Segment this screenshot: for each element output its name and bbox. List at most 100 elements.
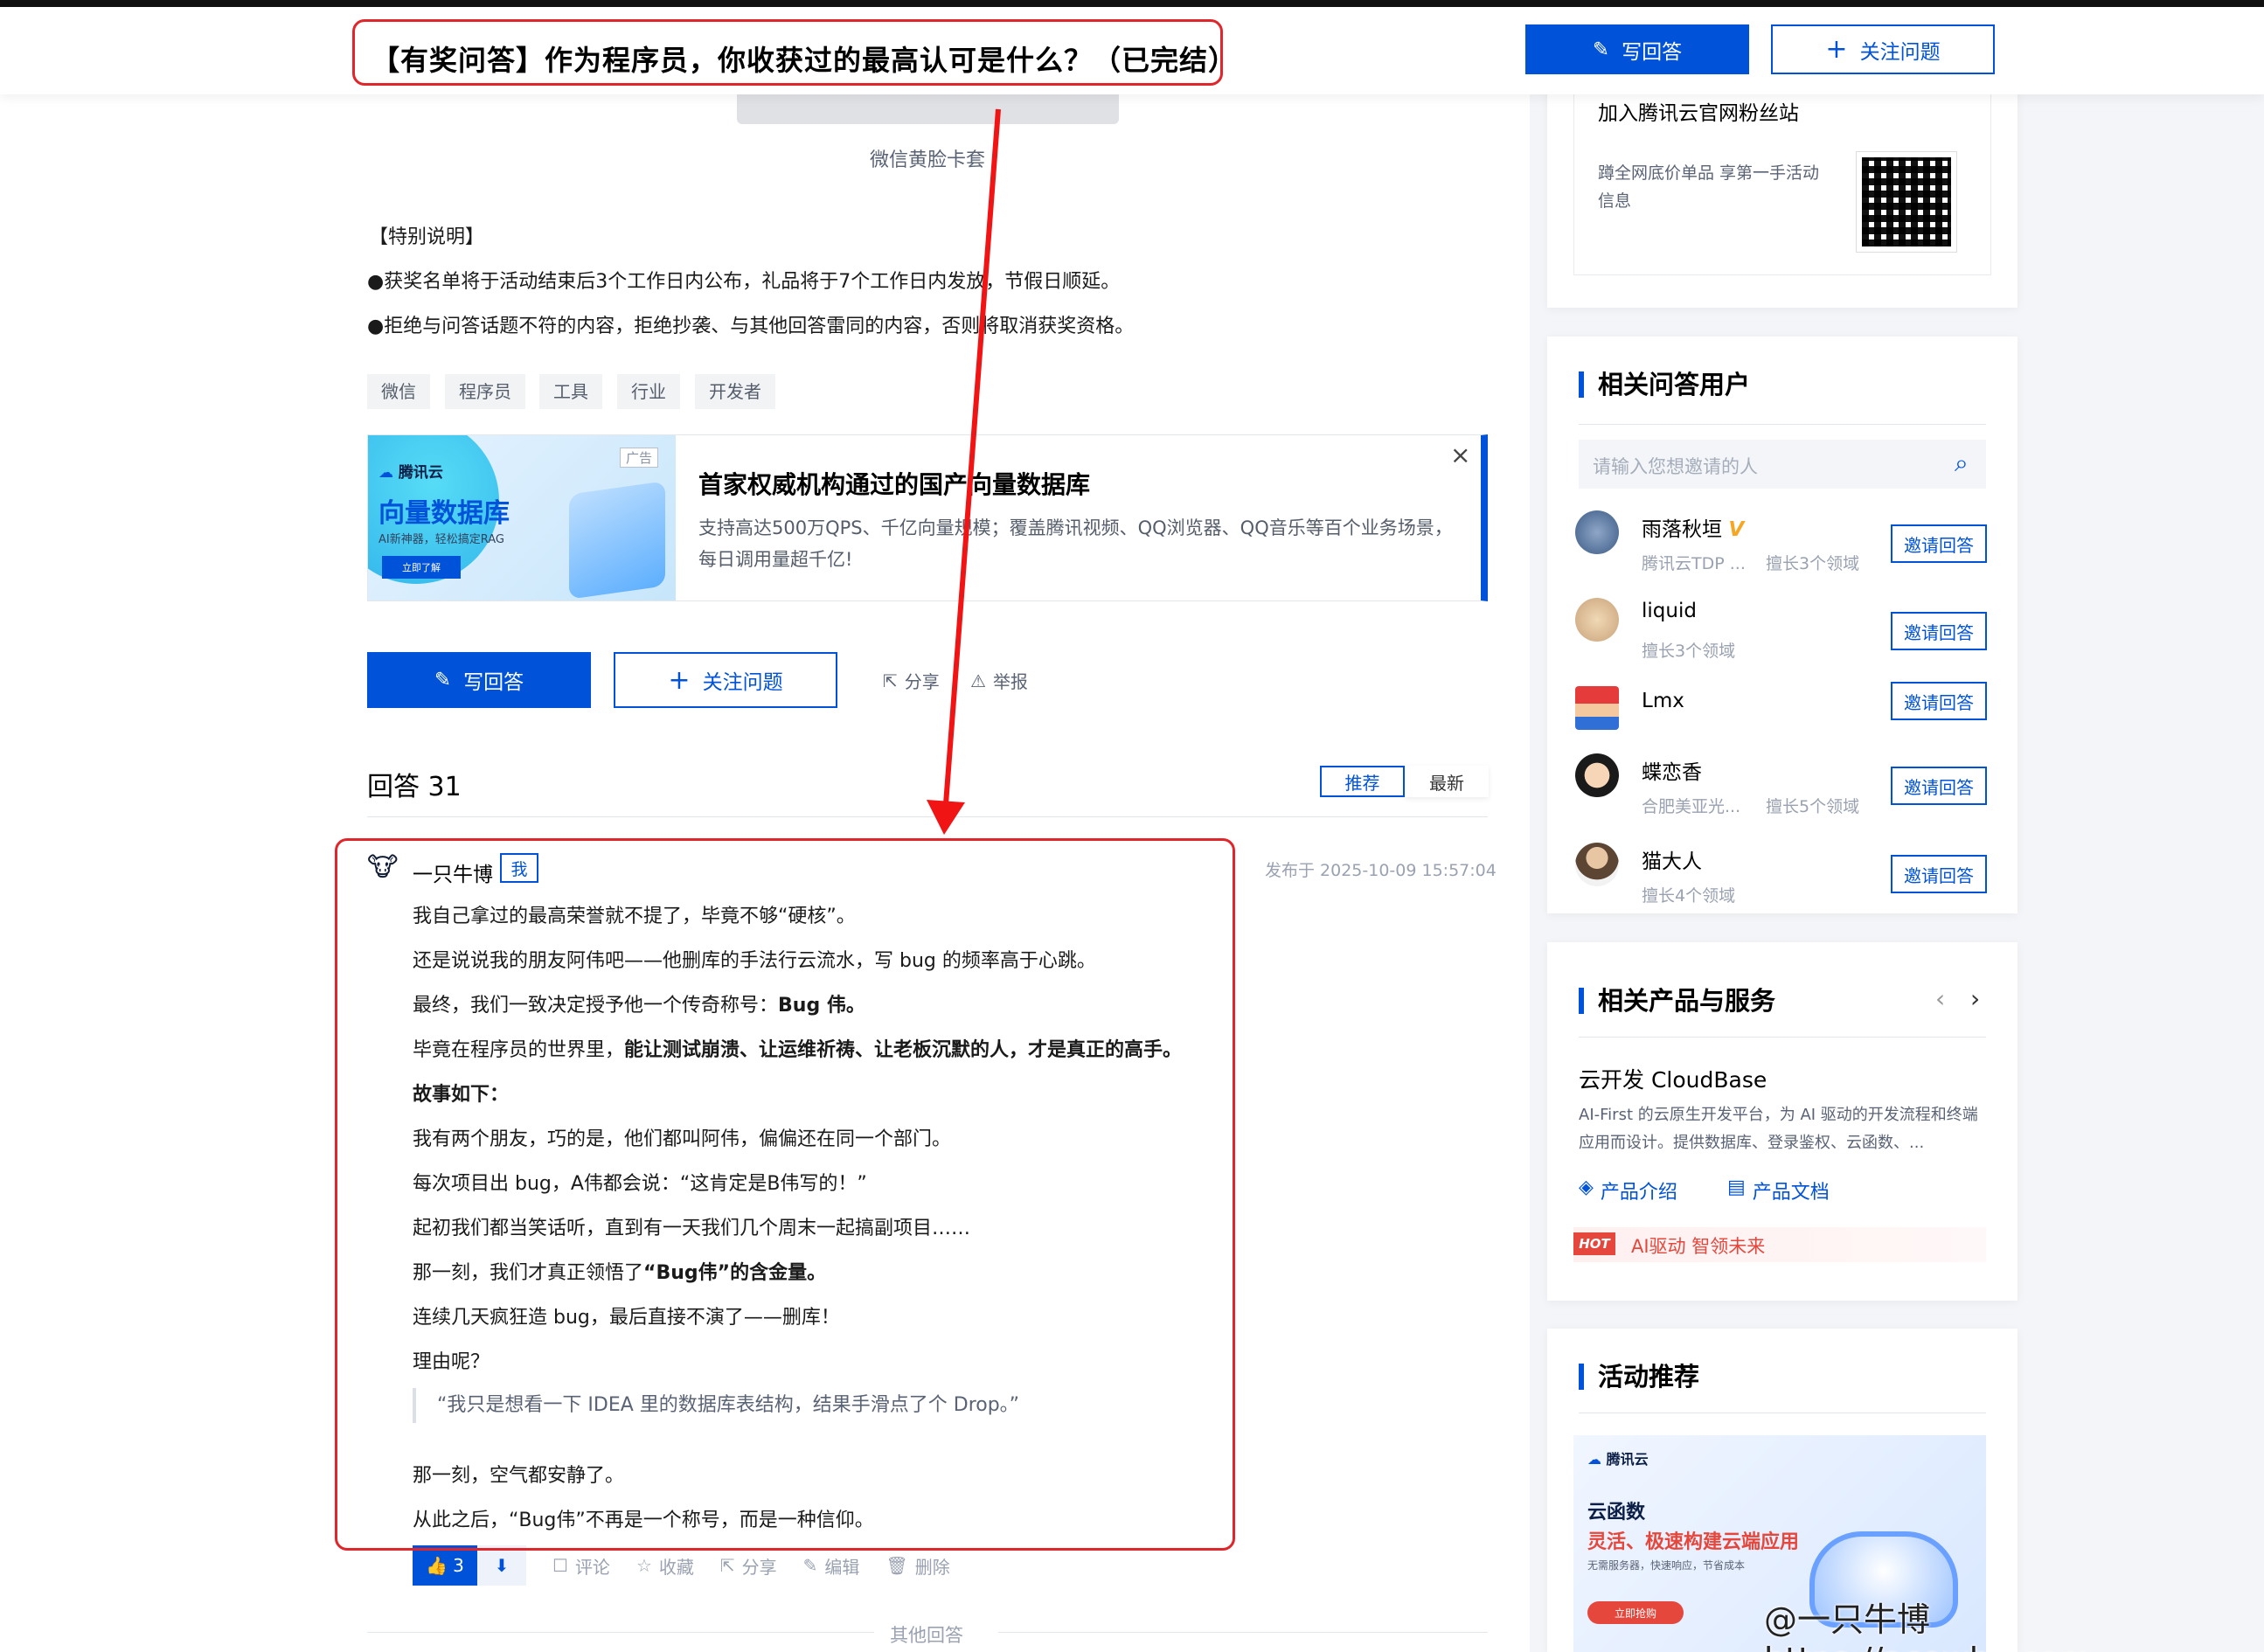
answer-paragraph: 最终，我们一致决定授予他一个传奇称号：Bug 伟。: [413, 995, 865, 1017]
header-write-answer-button[interactable]: ✎ 写回答: [1525, 24, 1749, 74]
write-answer-button[interactable]: ✎ 写回答: [367, 652, 591, 708]
answer-paragraph: 起初我们都当笑话听，直到有一天我们几个周末一起搞副项目……: [413, 1218, 971, 1239]
fans-title: 加入腾讯云官网粉丝站: [1598, 102, 1799, 125]
ad-image-cube: [569, 481, 665, 600]
layers-icon: ◈: [1579, 1177, 1594, 1198]
special-note-title: 【特别说明】: [369, 226, 485, 248]
share-action[interactable]: ⇱ 分享: [720, 1553, 777, 1579]
invite-answer-button[interactable]: 邀请回答: [1891, 524, 1987, 563]
sort-latest-tab[interactable]: 最新: [1405, 766, 1489, 797]
share-link[interactable]: ⇱ 分享: [883, 668, 940, 693]
report-link[interactable]: ⚠ 举报: [970, 668, 1028, 693]
ad-image-cta[interactable]: 立即了解: [382, 556, 461, 579]
activity-banner-cta[interactable]: 立即抢购: [1587, 1601, 1684, 1624]
tag-developer[interactable]: 开发者: [695, 374, 775, 409]
publish-time: 发布于 2025-10-09 15:57:04: [1265, 861, 1497, 880]
user-avatar[interactable]: [1575, 510, 1619, 554]
plus-icon: +: [1825, 34, 1848, 65]
author-name[interactable]: 一只牛博: [413, 857, 493, 887]
comment-icon: ☐: [552, 1555, 568, 1576]
user-name[interactable]: 猫大人: [1642, 844, 1702, 874]
edit-icon: ✎: [802, 1555, 818, 1576]
warning-icon: ⚠: [970, 670, 986, 691]
product-docs-link[interactable]: ▤ 产品文档: [1727, 1177, 1830, 1204]
header-follow-question-button[interactable]: + 关注问题: [1771, 24, 1995, 74]
user-name[interactable]: Lmx: [1642, 690, 1684, 712]
user-name[interactable]: liquid: [1642, 600, 1697, 622]
author-avatar-icon[interactable]: 🐮: [367, 852, 399, 884]
dislike-button[interactable]: ⬇: [477, 1545, 526, 1586]
vote-group: 👍 3 ⬇: [413, 1545, 526, 1586]
answer-paragraph: 理由呢？: [413, 1351, 490, 1373]
chevron-right-icon[interactable]: ›: [1970, 984, 1980, 1013]
invite-search-placeholder: 请输入您想邀请的人: [1593, 456, 1758, 477]
invite-answer-button[interactable]: 邀请回答: [1891, 682, 1987, 720]
answer-paragraph: 那一刻，空气都安静了。: [413, 1465, 625, 1487]
ad-banner[interactable]: ☁ 腾讯云 向量数据库 AI新神器，轻松搞定RAG 立即了解 广告 首家权威机构…: [367, 434, 1488, 601]
invite-answer-button[interactable]: 邀请回答: [1891, 612, 1987, 650]
user-name[interactable]: 雨落秋垣 V: [1642, 512, 1744, 542]
follow-question-button[interactable]: + 关注问题: [614, 652, 837, 708]
tag-weixin[interactable]: 微信: [367, 374, 430, 409]
activity-banner-small: 无需服务器，快速响应，节省成本: [1587, 1559, 1746, 1572]
delete-action[interactable]: 🗑 删除: [885, 1553, 949, 1579]
user-avatar[interactable]: [1575, 598, 1619, 642]
user-fields: 擅长4个领域: [1642, 886, 1736, 906]
product-name[interactable]: 云开发 CloudBase: [1579, 1063, 1767, 1094]
hot-banner[interactable]: HOT AI驱动 智领未来: [1573, 1227, 1986, 1262]
close-icon[interactable]: ×: [1450, 441, 1470, 469]
special-note-line-2: ●拒绝与问答话题不符的内容，拒绝抄袭、与其他回答雷同的内容，否则将取消获奖资格。: [367, 316, 1135, 337]
cloud-icon: ☁: [378, 464, 393, 482]
answer-paragraph: 那一刻，我们才真正领悟了“Bug伟”的含金量。: [413, 1262, 827, 1284]
fans-card: 加入腾讯云官网粉丝站 蹲全网底价单品 享第一手活动信息: [1547, 87, 2017, 308]
verified-v-icon: V: [1728, 518, 1745, 541]
comment-action[interactable]: ☐ 评论: [552, 1553, 610, 1579]
tag-programmer[interactable]: 程序员: [445, 374, 525, 409]
related-products-card: 相关产品与服务 ‹ › 云开发 CloudBase AI-First 的云原生开…: [1547, 942, 2017, 1301]
trash-icon: 🗑: [885, 1555, 908, 1576]
activity-banner-subtitle: 灵活、极速构建云端应用: [1587, 1531, 1800, 1553]
image-caption: 微信黄脸卡套: [870, 149, 986, 171]
edit-icon: ✎: [434, 669, 452, 691]
edit-action[interactable]: ✎ 编辑: [803, 1553, 860, 1579]
user-avatar[interactable]: [1575, 843, 1619, 886]
product-intro-link[interactable]: ◈ 产品介绍: [1579, 1177, 1677, 1204]
hot-text: AI驱动 智领未来: [1631, 1236, 1766, 1257]
window-top-border: [0, 0, 2264, 7]
invite-answer-button[interactable]: 邀请回答: [1891, 855, 1987, 893]
answer-paragraph: 每次项目出 bug，A伟都会说：“这肯定是B伟写的！”: [413, 1173, 867, 1195]
product-desc: AI-First 的云原生开发平台，为 AI 驱动的开发流程和终端应用而设计。提…: [1579, 1106, 1978, 1152]
answer-paragraph: 毕竟在程序员的世界里，能让测试崩溃、让运维祈祷、让老板沉默的人，才是真正的高手。: [413, 1039, 1183, 1061]
invite-search-input[interactable]: 请输入您想邀请的人 ⌕: [1579, 440, 1986, 489]
share-icon: ⇱: [719, 1555, 735, 1576]
answer-paragraph: 从此之后，“Bug伟”不再是一个称号，而是一种信仰。: [413, 1510, 874, 1531]
me-badge: 我: [500, 853, 538, 883]
tag-industry[interactable]: 行业: [617, 374, 680, 409]
user-avatar[interactable]: [1575, 753, 1619, 797]
plus-icon: +: [668, 664, 691, 696]
fans-desc: 蹲全网底价单品 享第一手活动信息: [1598, 163, 1820, 211]
ad-badge: 广告: [620, 448, 659, 468]
answers-count-header: 回答 31: [367, 772, 462, 802]
cloud-icon: ☁: [1587, 1451, 1601, 1468]
chevron-left-icon[interactable]: ‹: [1935, 984, 1945, 1013]
ad-title[interactable]: 首家权威机构通过的国产向量数据库: [698, 466, 1090, 501]
related-users-title: 相关问答用户: [1579, 371, 1750, 398]
ad-description: 支持高达500万QPS、千亿向量规模；覆盖腾讯视频、QQ浏览器、QQ音乐等百个业…: [698, 517, 1453, 570]
user-avatar[interactable]: [1575, 686, 1619, 730]
search-icon[interactable]: ⌕: [1955, 448, 1969, 478]
ad-image-subtitle: AI新神器，轻松搞定RAG: [378, 533, 504, 546]
user-name[interactable]: 蝶恋香: [1642, 755, 1702, 785]
article-image: [737, 94, 1119, 124]
tag-tools[interactable]: 工具: [539, 374, 602, 409]
user-fields: 擅长3个领域: [1766, 554, 1860, 573]
ad-image[interactable]: ☁ 腾讯云 向量数据库 AI新神器，轻松搞定RAG 立即了解 广告: [368, 435, 676, 600]
products-divider: [1579, 1037, 1986, 1038]
collect-action[interactable]: ☆ 收藏: [636, 1553, 694, 1579]
sort-recommend-tab[interactable]: 推荐: [1320, 766, 1405, 797]
document-icon: ▤: [1727, 1177, 1746, 1198]
invite-answer-button[interactable]: 邀请回答: [1891, 767, 1987, 805]
answer-paragraph: 我有两个朋友，巧的是，他们都叫阿伟，偏偏还在同一个部门。: [413, 1128, 952, 1150]
answer-paragraph: 故事如下：: [413, 1084, 510, 1106]
like-button[interactable]: 👍 3: [413, 1545, 477, 1586]
